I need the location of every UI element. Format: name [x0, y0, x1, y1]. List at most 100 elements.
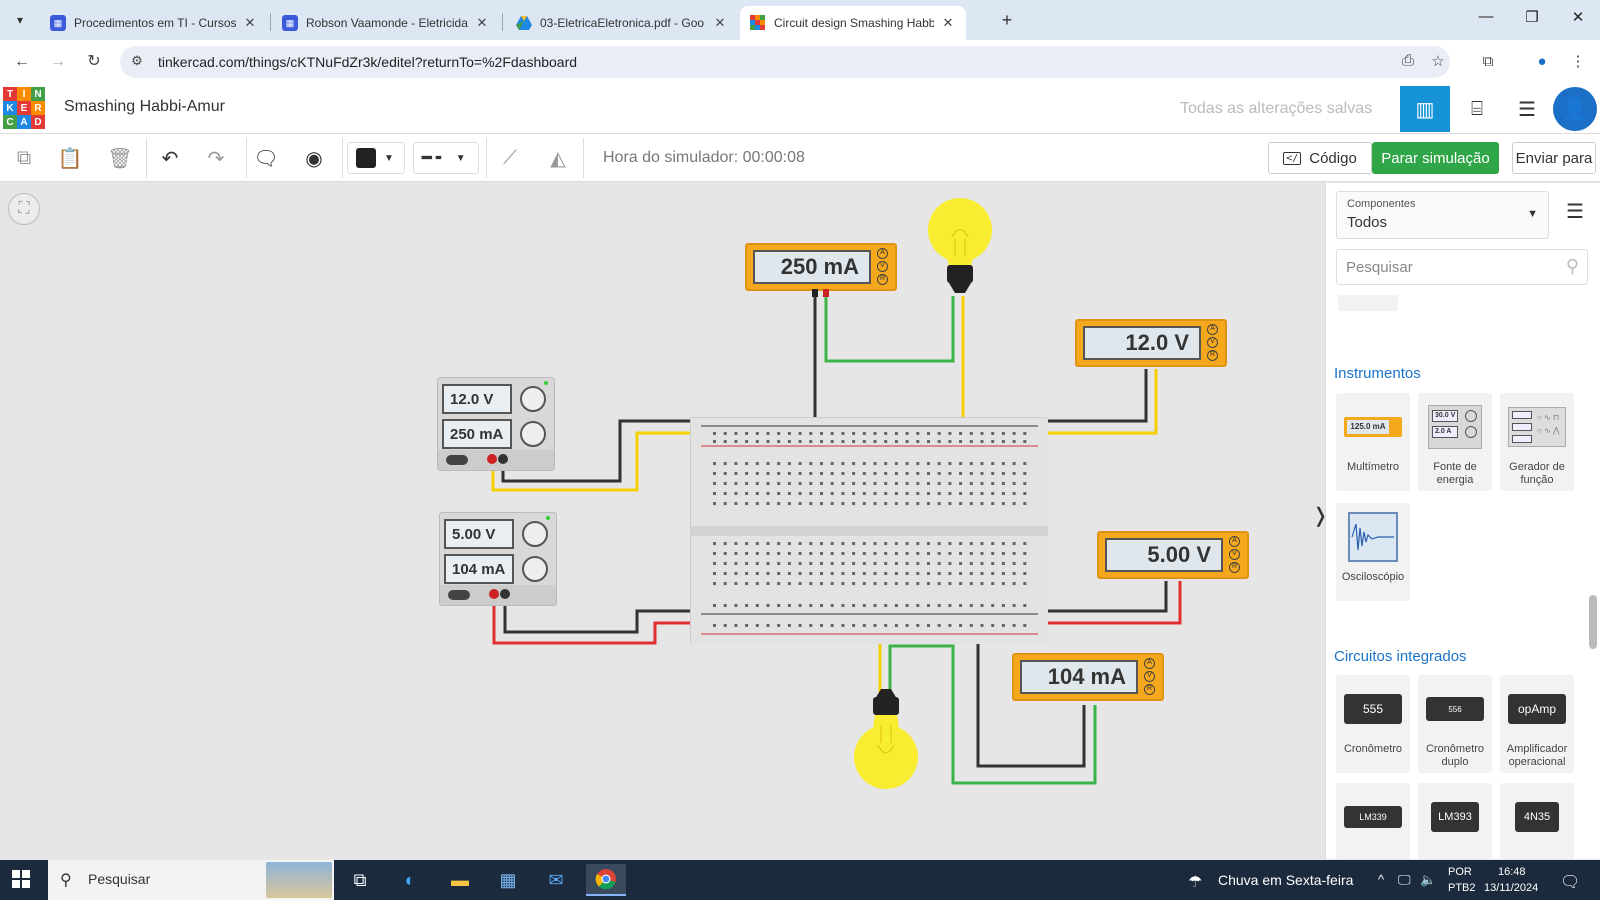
voltmeter-knob[interactable]: V [1144, 671, 1155, 682]
omnibox[interactable]: ⚙ tinkercad.com/things/cKTNuFdZr3k/edite… [120, 46, 1450, 78]
circuit-view-icon[interactable]: ▥ [1400, 86, 1450, 132]
ammeter-knob[interactable]: A [877, 248, 888, 259]
notes-visibility-icon[interactable]: ◉ [298, 142, 330, 174]
tinkercad-logo[interactable]: T I N K E R C A D [3, 87, 45, 129]
multimeter-mode-knobs[interactable]: A V R [1229, 536, 1243, 573]
component-card-lm339[interactable]: LM339 [1336, 783, 1410, 859]
current-dial[interactable] [522, 556, 548, 582]
url-text[interactable]: tinkercad.com/things/cKTNuFdZr3k/editel?… [158, 54, 577, 70]
store-icon[interactable]: ▦ [488, 864, 528, 896]
user-avatar[interactable]: 👤 [1553, 87, 1597, 131]
close-window-icon[interactable]: ✕ [1558, 8, 1598, 32]
lightbulb-top[interactable] [925, 197, 995, 307]
undo-icon[interactable]: ↶ [154, 142, 186, 174]
ohmmeter-knob[interactable]: R [1144, 684, 1155, 695]
bookmark-star-icon[interactable]: ☆ [1428, 52, 1448, 72]
chrome-icon[interactable] [586, 864, 626, 896]
close-tab-icon[interactable]: ✕ [712, 15, 728, 31]
multimeter-top[interactable]: 250 mA A V R [745, 243, 897, 291]
component-card-556[interactable]: 556 Cronômetro duplo [1418, 675, 1492, 773]
minimize-icon[interactable]: — [1466, 8, 1506, 32]
breadboard[interactable] [690, 417, 1048, 644]
profile-icon[interactable]: ● [1530, 50, 1554, 74]
component-card-oscilloscope[interactable]: Osciloscópio [1336, 503, 1410, 601]
voltmeter-knob[interactable]: V [1207, 337, 1218, 348]
close-tab-icon[interactable]: ✕ [940, 15, 956, 31]
copy-icon[interactable]: ⧉ [8, 142, 40, 174]
voltmeter-knob[interactable]: V [1229, 549, 1240, 560]
project-title[interactable]: Smashing Habbi-Amur [64, 98, 225, 116]
component-search-input[interactable]: Pesquisar ⚲ [1336, 249, 1588, 285]
site-info-icon[interactable]: ⚙ [128, 53, 146, 71]
flip-icon[interactable]: ◭ [542, 142, 574, 174]
ammeter-knob[interactable]: A [1144, 658, 1155, 669]
stop-simulation-button[interactable]: Parar simulação [1372, 142, 1499, 174]
redo-icon[interactable]: ↷ [200, 142, 232, 174]
current-dial[interactable] [520, 421, 546, 447]
ohmmeter-knob[interactable]: R [877, 274, 888, 285]
ammeter-knob[interactable]: A [1207, 324, 1218, 335]
tray-chevron-icon[interactable]: ^ [1378, 872, 1384, 887]
file-explorer-icon[interactable]: ▬ [440, 864, 480, 896]
keyboard-layout[interactable]: PTB2 [1448, 882, 1476, 894]
new-tab-button[interactable]: + [995, 9, 1019, 33]
browser-tab-2[interactable]: ▦ Robson Vaamonde - Eletricidad ✕ [272, 6, 500, 40]
schematic-view-icon[interactable]: ⌸ [1452, 86, 1502, 132]
component-card-opamp[interactable]: opAmp Amplificador operacional [1500, 675, 1574, 773]
voltmeter-knob[interactable]: V [877, 261, 888, 272]
taskbar-search-input[interactable]: ⚲ Pesquisar [48, 860, 334, 900]
lightbulb-bottom[interactable] [851, 685, 921, 795]
list-view-icon[interactable]: ☰ [1566, 199, 1584, 224]
windows-start-icon[interactable] [12, 870, 32, 890]
reload-icon[interactable]: ↻ [82, 50, 106, 74]
notes-icon[interactable]: 🗨 [250, 142, 282, 174]
browser-tab-1[interactable]: ▦ Procedimentos em TI - Cursos T ✕ [40, 6, 268, 40]
install-app-icon[interactable]: ⎙ [1398, 52, 1418, 72]
panel-scrollbar[interactable] [1588, 295, 1598, 835]
send-to-button[interactable]: Enviar para [1512, 142, 1596, 174]
browser-tab-3[interactable]: 03-EletricaEletronica.pdf - Goo ✕ [506, 6, 738, 40]
component-card-function-generator[interactable]: ○ ∿ ⊓ ○ ∿ ⋀ Gerador de função [1500, 393, 1574, 491]
mail-icon[interactable]: ✉ [536, 864, 576, 896]
edge-icon[interactable]: ◐ [390, 864, 430, 896]
clock-date[interactable]: 13/11/2024 [1484, 882, 1538, 894]
clock-time[interactable]: 16:48 [1498, 866, 1526, 878]
back-arrow-icon[interactable]: ← [10, 50, 34, 74]
network-icon[interactable]: 🖵 [1398, 872, 1411, 888]
component-card-multimeter[interactable]: 125.0 mA Multímetro [1336, 393, 1410, 491]
paste-icon[interactable]: 📋 [54, 142, 86, 174]
ohmmeter-knob[interactable]: R [1229, 562, 1240, 573]
scrollbar-thumb[interactable] [1589, 595, 1597, 649]
forward-arrow-icon[interactable]: → [46, 50, 70, 74]
voltage-dial[interactable] [520, 386, 546, 412]
component-card-4n35[interactable]: 4N35 [1500, 783, 1574, 859]
browser-tab-active[interactable]: Circuit design Smashing Habbi- ✕ [740, 6, 966, 40]
components-filter-select[interactable]: Componentes Todos ▼ [1336, 191, 1549, 239]
wire-type-select[interactable]: ━ ╸ ▼ [413, 142, 479, 174]
close-tab-icon[interactable]: ✕ [474, 15, 490, 31]
language-indicator[interactable]: POR [1448, 866, 1472, 878]
browser-menu-icon[interactable]: ⋮ [1566, 50, 1590, 74]
weather-icon[interactable]: ☂ [1188, 872, 1202, 892]
component-card-power-supply[interactable]: 30.0 V 2.0 A Fonte de energia [1418, 393, 1492, 491]
voltage-dial[interactable] [522, 521, 548, 547]
multimeter-right-top[interactable]: 12.0 V A V R [1075, 319, 1227, 367]
close-tab-icon[interactable]: ✕ [242, 15, 258, 31]
component-card-lm393[interactable]: LM393 [1418, 783, 1492, 859]
multimeter-mode-knobs[interactable]: A V R [1144, 658, 1158, 695]
weather-text[interactable]: Chuva em Sexta-feira [1218, 872, 1353, 888]
workplane-canvas[interactable]: ⛶ 250 mA A V R 12.0 V A V R 5.00 V A V R… [0, 183, 1329, 859]
wire-color-select[interactable]: ▼ [347, 142, 405, 174]
power-supply-top[interactable]: 12.0 V 250 mA [437, 377, 555, 471]
delete-icon[interactable]: 🗑 [104, 142, 136, 174]
multimeter-bottom[interactable]: 104 mA A V R [1012, 653, 1164, 701]
volume-icon[interactable]: 🔈 [1420, 872, 1436, 888]
extensions-icon[interactable]: ⧉ [1476, 50, 1500, 74]
ammeter-knob[interactable]: A [1229, 536, 1240, 547]
restore-icon[interactable]: ❐ [1512, 8, 1552, 32]
tab-search-chevron-icon[interactable]: ▾ [8, 8, 32, 32]
multimeter-right-bottom[interactable]: 5.00 V A V R [1097, 531, 1249, 579]
align-icon[interactable]: ⟋ [494, 142, 526, 174]
component-card-555[interactable]: 555 Cronômetro [1336, 675, 1410, 773]
notifications-icon[interactable]: 🗨 [1560, 872, 1580, 892]
